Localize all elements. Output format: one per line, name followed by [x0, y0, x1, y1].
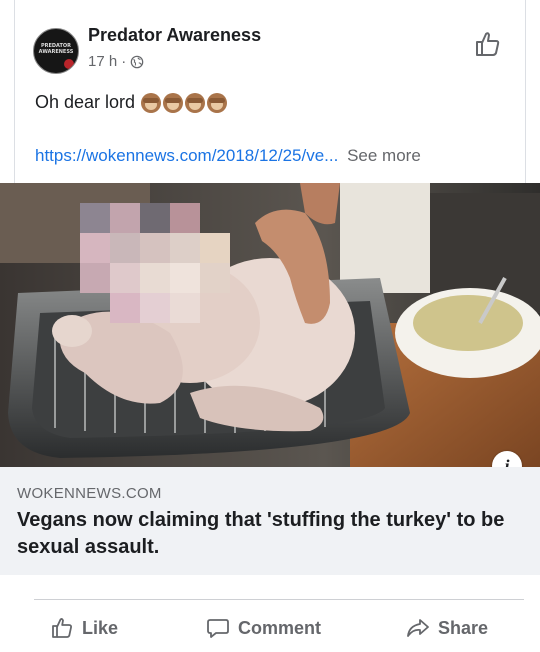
thumbs-up-icon: [52, 618, 72, 638]
action-divider: [34, 599, 524, 600]
comment-label: Comment: [238, 617, 322, 638]
action-bar: Like Comment Share: [0, 604, 540, 652]
avatar-accent: [64, 59, 74, 69]
share-label: Share: [438, 617, 489, 638]
page-avatar[interactable]: PREDATOR AWARENESS: [33, 28, 79, 74]
post-url-link[interactable]: https://wokennews.com/2018/12/25/ve...: [35, 146, 338, 165]
post-message: Oh dear lord: [35, 92, 136, 112]
see-no-evil-monkey-icon: [141, 92, 162, 113]
see-more-link[interactable]: See more: [347, 146, 421, 165]
avatar-logo-text: PREDATOR AWARENESS: [38, 43, 74, 55]
page-name[interactable]: Predator Awareness: [88, 25, 261, 46]
like-button[interactable]: Like: [50, 612, 118, 644]
see-no-evil-monkey-icon: [207, 92, 228, 113]
preview-title[interactable]: Vegans now claiming that 'stuffing the t…: [17, 507, 527, 561]
link-preview-image[interactable]: [0, 183, 540, 467]
meta-separator: ·: [121, 53, 127, 70]
preview-domain: WOKENNEWS.COM: [17, 485, 162, 502]
post-card: PREDATOR AWARENESS Predator Awareness 17…: [0, 0, 540, 652]
comment-button[interactable]: Comment: [206, 612, 321, 644]
turkey-photo: [0, 183, 540, 467]
comment-bubble-icon: [207, 619, 229, 638]
post-time[interactable]: 17 h: [88, 53, 117, 70]
see-no-evil-monkey-icon: [185, 92, 206, 113]
globe-icon: [130, 55, 144, 68]
like-label: Like: [82, 617, 119, 638]
thumbs-up-outline-icon[interactable]: [474, 30, 502, 58]
share-button[interactable]: Share: [406, 612, 488, 644]
link-preview[interactable]: WOKENNEWS.COM Vegans now claiming that '…: [0, 467, 540, 575]
emoji-row: [141, 92, 228, 113]
see-no-evil-monkey-icon: [163, 92, 184, 113]
share-arrow-icon: [407, 619, 429, 637]
post-meta: 17 h ·: [88, 53, 144, 70]
post-text: Oh dear lord: [35, 92, 228, 113]
post-link-line: https://wokennews.com/2018/12/25/ve... S…: [35, 146, 421, 166]
